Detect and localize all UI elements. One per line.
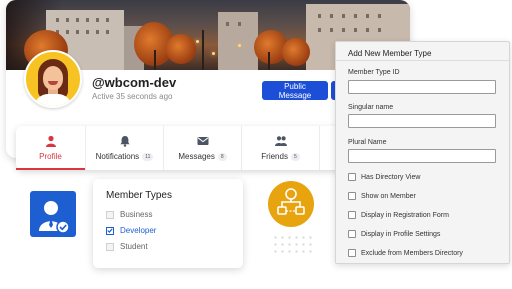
- option-label: Exclude from Members Directory: [361, 249, 463, 257]
- option-show-on-member[interactable]: Show on Member: [348, 192, 416, 200]
- plural-name-label: Plural Name: [348, 139, 387, 146]
- member-type-option[interactable]: Student: [106, 242, 148, 251]
- count-badge: 5: [290, 152, 300, 161]
- member-types-card: Member Types Business Developer Student: [93, 179, 243, 268]
- checkbox-checked[interactable]: [106, 226, 114, 235]
- option-label: Has Directory View: [361, 173, 421, 181]
- tab-messages[interactable]: Messages 8: [164, 126, 242, 170]
- org-chart-icon: [268, 181, 314, 227]
- count-badge: 8: [217, 152, 227, 161]
- tab-label: Profile: [39, 152, 62, 161]
- bell-icon: [119, 136, 130, 147]
- tab-label: Friends: [261, 152, 288, 161]
- decorative-dot-grid: [272, 234, 316, 256]
- person-icon: [45, 135, 56, 147]
- option-label: Display in Profile Settings: [361, 230, 441, 238]
- option-has-directory-view[interactable]: Has Directory View: [348, 173, 420, 181]
- tab-label: Notifications: [95, 152, 140, 161]
- avatar[interactable]: [24, 50, 82, 108]
- last-active-status: Active 35 seconds ago: [92, 92, 173, 101]
- member-type-option[interactable]: Developer: [106, 226, 156, 235]
- option-display-in-profile-settings[interactable]: Display in Profile Settings: [348, 230, 440, 238]
- public-message-button[interactable]: Public Message: [262, 81, 328, 100]
- profile-username: @wbcom-dev: [92, 75, 177, 90]
- option-label: Show on Member: [361, 192, 416, 200]
- member-type-id-input[interactable]: [348, 80, 496, 94]
- checkbox[interactable]: [106, 242, 114, 251]
- member-type-option[interactable]: Business: [106, 210, 152, 219]
- option-label: Business: [120, 210, 153, 219]
- option-label: Display in Registration Form: [361, 211, 449, 219]
- singular-name-input[interactable]: [348, 114, 496, 128]
- users-icon: [274, 136, 287, 146]
- option-display-in-registration-form[interactable]: Display in Registration Form: [348, 211, 449, 219]
- panel-title: Add New Member Type: [336, 42, 509, 61]
- envelope-icon: [197, 137, 208, 145]
- checkbox[interactable]: [348, 249, 356, 257]
- member-types-title: Member Types: [106, 190, 172, 201]
- checkbox[interactable]: [348, 211, 356, 219]
- checkmark-icon: [107, 228, 113, 234]
- member-badge-icon: [30, 191, 76, 237]
- tab-friends[interactable]: Friends 5: [242, 126, 320, 170]
- add-member-type-panel: Add New Member Type Member Type ID Singu…: [335, 41, 510, 264]
- tab-label: Messages: [178, 152, 215, 161]
- option-label: Developer: [120, 226, 157, 235]
- checkbox[interactable]: [348, 173, 356, 181]
- singular-name-label: Singular name: [348, 104, 394, 111]
- option-label: Student: [120, 242, 148, 251]
- tab-notifications[interactable]: Notifications 11: [86, 126, 164, 170]
- count-badge: 11: [142, 152, 154, 161]
- tab-profile[interactable]: Profile: [16, 126, 86, 170]
- member-type-id-label: Member Type ID: [348, 69, 400, 76]
- checkbox[interactable]: [348, 230, 356, 238]
- option-exclude-from-members-directory[interactable]: Exclude from Members Directory: [348, 249, 463, 257]
- checkbox[interactable]: [106, 210, 114, 219]
- checkbox[interactable]: [348, 192, 356, 200]
- plural-name-input[interactable]: [348, 149, 496, 163]
